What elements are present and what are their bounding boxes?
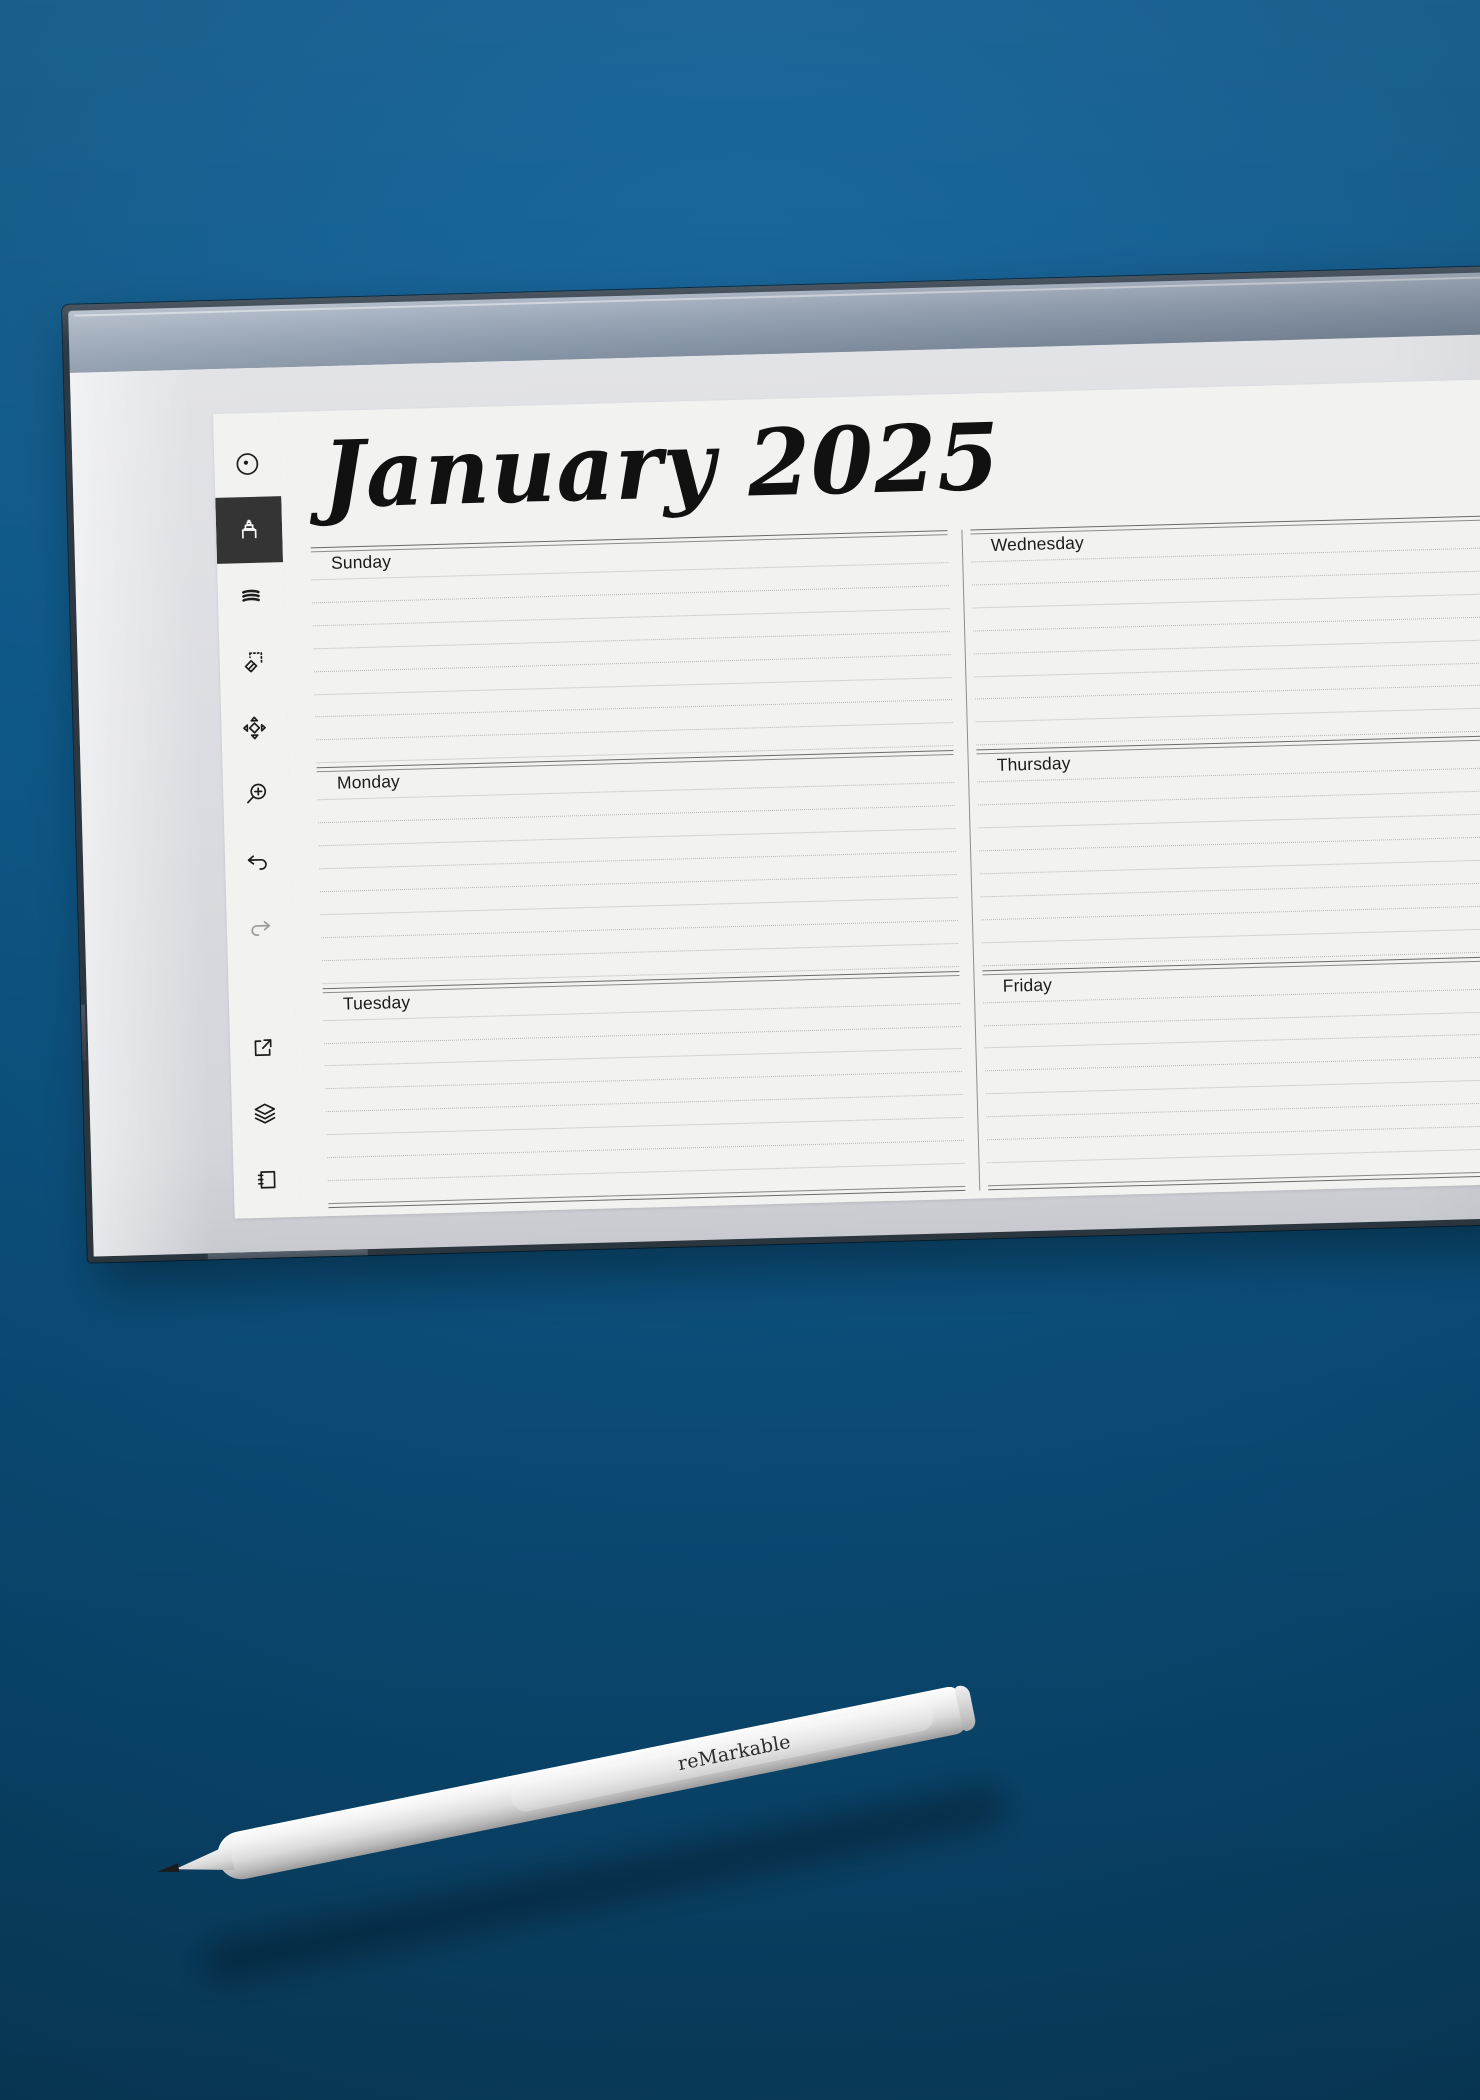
tool-zoom-in[interactable] xyxy=(222,760,290,828)
writing-line xyxy=(320,896,958,916)
writing-lines[interactable] xyxy=(983,984,1480,1187)
writing-line xyxy=(987,1145,1480,1164)
redo-arrow-icon xyxy=(251,921,271,937)
day-label: Sunday xyxy=(330,551,392,573)
writing-line xyxy=(321,919,958,938)
writing-line xyxy=(971,567,1480,586)
day-cell[interactable]: Thursday xyxy=(968,732,1480,971)
tool-select-move[interactable] xyxy=(221,694,289,762)
writing-line xyxy=(311,562,949,581)
writing-line xyxy=(319,851,957,870)
writing-line xyxy=(315,699,953,718)
day-label: Thursday xyxy=(996,753,1071,776)
page-title: January 2025 xyxy=(321,402,1002,529)
writing-line xyxy=(318,805,955,824)
writing-line xyxy=(979,856,1480,875)
writing-line xyxy=(974,658,1480,677)
writing-line xyxy=(324,1025,961,1044)
writing-line xyxy=(977,787,1480,806)
writing-line xyxy=(318,828,956,847)
writing-line xyxy=(326,1117,964,1136)
tool-marker[interactable] xyxy=(215,496,284,564)
tool-highlighter[interactable] xyxy=(217,562,285,630)
writing-line xyxy=(324,1048,962,1067)
writing-line xyxy=(984,1030,1480,1049)
day-divider-rule xyxy=(310,530,948,553)
eink-screen[interactable]: January 2025 Sunday Monday Tuesday Wednesda… xyxy=(213,376,1480,1219)
writing-line xyxy=(980,901,1480,921)
day-label: Monday xyxy=(336,771,401,794)
writing-line xyxy=(313,630,951,650)
writing-line xyxy=(978,810,1480,829)
writing-line xyxy=(974,681,1480,700)
day-cell[interactable]: Wednesday xyxy=(962,512,1480,750)
remarkable-tablet: January 2025 Sunday Monday Tuesday Wednesda… xyxy=(62,264,1480,1289)
day-cell[interactable]: Friday xyxy=(974,952,1480,1191)
writing-line xyxy=(312,585,949,604)
day-column: Sunday Monday Tuesday xyxy=(302,529,981,1209)
writing-line xyxy=(327,1162,965,1182)
writing-line xyxy=(981,924,1480,944)
writing-line xyxy=(983,1007,1480,1026)
tool-layers[interactable] xyxy=(231,1080,299,1148)
writing-lines[interactable] xyxy=(971,544,1480,746)
tool-share-export[interactable] xyxy=(229,1014,297,1082)
day-divider-rule xyxy=(970,512,1480,535)
move-arrows-icon xyxy=(243,716,266,740)
tool-eraser[interactable] xyxy=(219,628,287,696)
writing-line xyxy=(317,782,955,801)
writing-line xyxy=(314,676,952,695)
writing-line xyxy=(985,1053,1480,1072)
writing-line xyxy=(325,1094,963,1113)
share-export-icon xyxy=(254,1039,272,1057)
writing-line xyxy=(983,984,1480,1003)
writing-line xyxy=(313,653,951,672)
undo-arrow-icon xyxy=(247,855,267,870)
writing-lines[interactable] xyxy=(311,562,954,764)
eraser-icon xyxy=(244,652,263,673)
writing-line xyxy=(986,1099,1480,1118)
tool-undo[interactable] xyxy=(224,826,292,894)
tool-pencil-point[interactable] xyxy=(213,430,281,498)
day-column: Wednesday Thursday Friday xyxy=(962,511,1480,1191)
day-cell[interactable]: Tuesday xyxy=(315,970,966,1209)
writing-lines[interactable] xyxy=(977,764,1480,966)
writing-line xyxy=(973,635,1480,655)
writing-lines[interactable] xyxy=(317,782,960,984)
layers-icon xyxy=(254,1103,276,1124)
notebook-pages-icon xyxy=(257,1170,276,1189)
writing-line xyxy=(321,942,959,961)
writing-line xyxy=(972,590,1480,609)
day-cell[interactable]: Sunday xyxy=(303,530,954,768)
writing-line xyxy=(315,722,953,741)
tool-page-overview[interactable] xyxy=(233,1146,301,1214)
highlighter-lines-icon xyxy=(242,589,260,602)
writing-line xyxy=(327,1140,964,1159)
marker-icon xyxy=(241,519,257,539)
planner-page[interactable]: January 2025 Sunday Monday Tuesday Wednesda… xyxy=(278,376,1480,1217)
writing-line xyxy=(986,1122,1480,1141)
writing-line xyxy=(979,833,1480,852)
zoom-in-icon xyxy=(247,783,267,804)
pen-tip-circle-icon xyxy=(236,453,259,475)
day-cell[interactable]: Monday xyxy=(309,750,960,988)
writing-line xyxy=(323,1002,961,1021)
writing-line xyxy=(975,704,1480,723)
writing-line xyxy=(312,607,950,627)
week-grid: Sunday Monday Tuesday Wednesday Thursday Frid… xyxy=(302,505,1480,1209)
writing-line xyxy=(325,1071,963,1090)
tool-redo[interactable] xyxy=(226,892,294,960)
day-label: Friday xyxy=(1002,974,1053,996)
day-label: Wednesday xyxy=(990,532,1085,555)
day-label: Tuesday xyxy=(342,991,411,1014)
writing-line xyxy=(973,612,1480,632)
writing-line xyxy=(985,1076,1480,1095)
writing-lines[interactable] xyxy=(323,1002,966,1205)
writing-line xyxy=(980,879,1480,898)
writing-line xyxy=(319,873,957,893)
